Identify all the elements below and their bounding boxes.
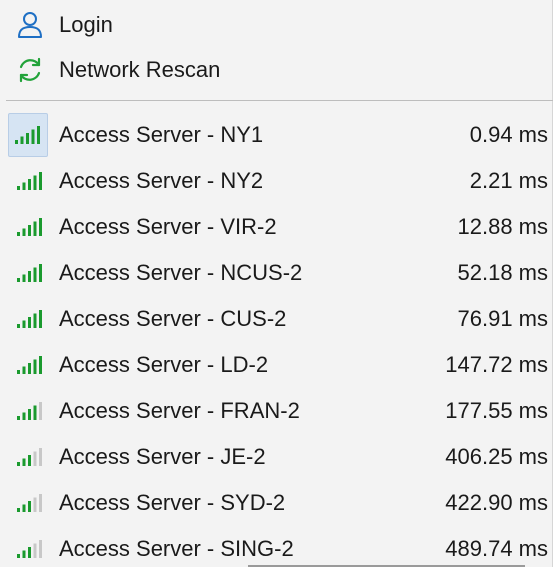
server-latency: 406.25 ms [445, 444, 548, 469]
server-latency: 76.91 ms [457, 306, 549, 331]
server-menu-item[interactable]: Access Server - FRAN-2 177.55 ms [0, 389, 553, 433]
server-menu-item[interactable]: Access Server - SING-2 489.74 ms [0, 527, 553, 567]
server-menu-item[interactable]: Access Server - LD-2 147.72 ms [0, 343, 553, 387]
server-name: Access Server - FRAN-2 [59, 398, 300, 423]
signal-strength-icon [10, 205, 50, 249]
server-name: Access Server - LD-2 [59, 352, 269, 377]
server-menu-item[interactable]: Access Server - SYD-2 422.90 ms [0, 481, 553, 525]
server-menu-item[interactable]: Access Server - NCUS-2 52.18 ms [0, 251, 553, 295]
signal-bar [39, 448, 42, 466]
server-latency: 2.21 ms [469, 168, 548, 193]
signal-bar [39, 540, 42, 558]
server-latency: 52.18 ms [457, 260, 549, 285]
signal-bar [33, 497, 37, 512]
server-menu: Login Network Rescan Access Server - NY1… [0, 0, 553, 567]
signal-bar [17, 186, 20, 190]
signal-strength-icon [10, 435, 50, 479]
signal-bar [28, 225, 31, 236]
server-latency: 177.55 ms [445, 398, 548, 423]
server-name: Access Server - NY1 [59, 122, 264, 147]
signal-bar [26, 133, 29, 144]
server-name: Access Server - VIR-2 [59, 214, 277, 239]
signal-strength-icon [10, 389, 50, 433]
server-name: Access Server - NY2 [59, 168, 264, 193]
server-menu-item[interactable]: Access Server - CUS-2 76.91 ms [0, 297, 553, 341]
signal-bar [33, 543, 37, 558]
signal-bar [17, 232, 20, 236]
signal-bar [28, 455, 31, 466]
signal-bar [22, 412, 26, 420]
signal-bar [33, 405, 37, 420]
signal-bar [17, 324, 20, 328]
signal-strength-icon [10, 481, 50, 525]
signal-strength-icon [10, 251, 50, 295]
signal-bar [28, 547, 31, 558]
server-menu-item[interactable]: Access Server - NY2 2.21 ms [0, 159, 553, 203]
signal-bar [33, 313, 37, 328]
signal-bar [28, 179, 31, 190]
signal-bar [28, 271, 31, 282]
signal-bar [22, 458, 26, 466]
signal-bar [22, 550, 26, 558]
server-name: Access Server - CUS-2 [59, 306, 287, 331]
signal-bar [33, 267, 37, 282]
signal-strength-icon [10, 343, 50, 387]
signal-bar [28, 501, 31, 512]
server-latency: 0.94 ms [469, 122, 548, 147]
login-menu-item[interactable]: Login [0, 3, 553, 47]
server-name: Access Server - JE-2 [59, 444, 266, 469]
signal-bar [39, 264, 42, 282]
signal-bar [15, 140, 18, 144]
signal-bar [33, 359, 37, 374]
signal-bar [33, 175, 37, 190]
signal-bar [17, 554, 20, 558]
signal-bar [39, 310, 42, 328]
server-latency: 489.74 ms [445, 536, 548, 561]
signal-strength-icon [10, 297, 50, 341]
server-menu-item[interactable]: Access Server - JE-2 406.25 ms [0, 435, 553, 479]
signal-bar [22, 274, 26, 282]
signal-bar [17, 416, 20, 420]
login-label: Login [59, 12, 113, 37]
signal-bar [22, 320, 26, 328]
signal-bar [17, 278, 20, 282]
server-latency: 12.88 ms [457, 214, 549, 239]
signal-bar [22, 228, 26, 236]
signal-strength-icon [8, 113, 48, 157]
signal-bar [39, 356, 42, 374]
signal-bar [33, 451, 37, 466]
signal-bar [17, 370, 20, 374]
signal-bar [28, 363, 31, 374]
server-menu-item[interactable]: Access Server - VIR-2 12.88 ms [0, 205, 553, 249]
signal-bar [22, 182, 26, 190]
signal-bar [39, 172, 42, 190]
server-name: Access Server - NCUS-2 [59, 260, 303, 285]
signal-bar [31, 129, 35, 144]
signal-bar [33, 221, 37, 236]
signal-bar [39, 218, 42, 236]
network-rescan-menu-item[interactable]: Network Rescan [0, 48, 553, 92]
server-name: Access Server - SYD-2 [59, 490, 286, 515]
signal-bar [28, 317, 31, 328]
menu-separator [6, 100, 553, 101]
signal-strength-icon [10, 159, 50, 203]
server-menu-item[interactable]: Access Server - NY1 0.94 ms [0, 113, 553, 157]
signal-bar [28, 409, 31, 420]
signal-bar [37, 126, 40, 144]
user-icon [10, 3, 50, 47]
server-latency: 147.72 ms [445, 352, 548, 377]
refresh-icon [10, 48, 50, 92]
signal-bar [20, 136, 24, 144]
signal-bar [22, 366, 26, 374]
signal-bar [39, 402, 42, 420]
network-rescan-label: Network Rescan [59, 57, 221, 82]
signal-bar [22, 504, 26, 512]
signal-bar [17, 462, 20, 466]
server-latency: 422.90 ms [445, 490, 548, 515]
signal-strength-icon [10, 527, 50, 567]
signal-bar [39, 494, 42, 512]
server-name: Access Server - SING-2 [59, 536, 294, 561]
signal-bar [17, 508, 20, 512]
